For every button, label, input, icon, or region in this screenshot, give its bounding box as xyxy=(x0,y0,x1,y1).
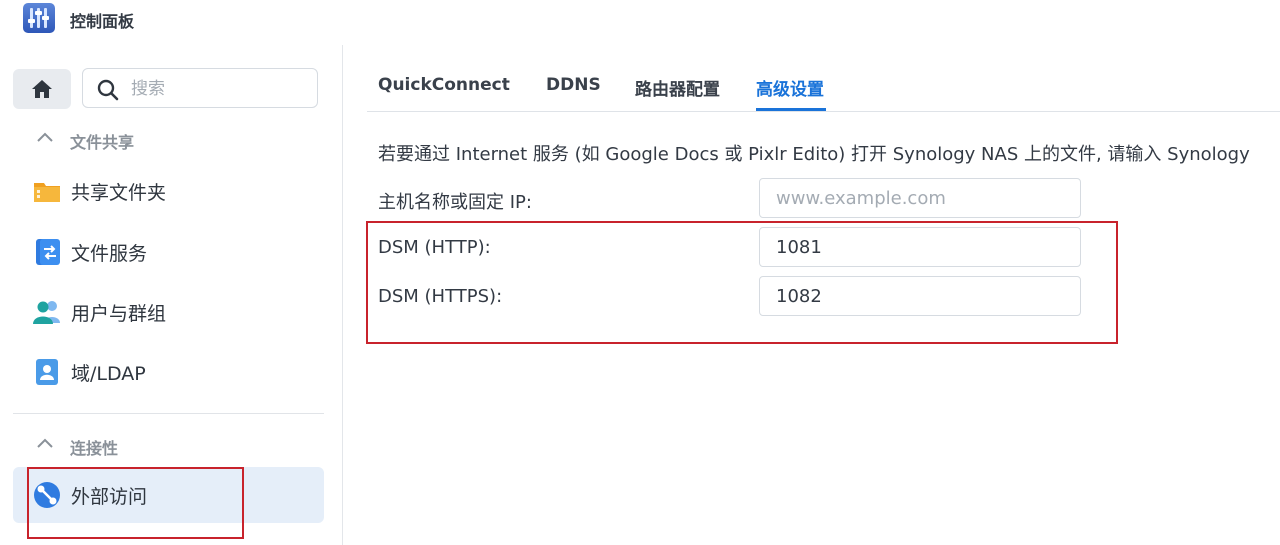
title-bar: 控制面板 xyxy=(0,0,1280,42)
tab-advanced-settings[interactable]: 高级设置 xyxy=(756,75,824,100)
section-label: 文件共享 xyxy=(70,133,135,152)
home-icon xyxy=(32,80,52,98)
sidebar-item-shared-folder[interactable]: 共享文件夹 xyxy=(13,163,324,219)
highlight-box-dsm-ports xyxy=(366,221,1118,344)
window-title: 控制面板 xyxy=(70,12,135,31)
tab-router-config[interactable]: 路由器配置 xyxy=(635,75,720,100)
hostname-label: 主机名称或固定 IP: xyxy=(378,192,532,213)
hostname-input[interactable] xyxy=(759,178,1081,218)
search-icon xyxy=(97,79,119,101)
search-input[interactable] xyxy=(129,76,313,102)
section-label: 连接性 xyxy=(70,439,119,458)
search-box[interactable] xyxy=(82,68,318,108)
tab-bar: QuickConnect DDNS 路由器配置 高级设置 xyxy=(367,63,1280,112)
sidebar-item-label: 文件服务 xyxy=(71,243,148,265)
user-group-icon xyxy=(33,301,60,324)
sidebar-item-domain-ldap[interactable]: 域/LDAP xyxy=(13,344,324,400)
description-text: 若要通过 Internet 服务 (如 Google Docs 或 Pixlr … xyxy=(378,144,1250,165)
sidebar-item-file-services[interactable]: 文件服务 xyxy=(13,224,324,280)
sidebar-item-label: 共享文件夹 xyxy=(71,182,167,204)
domain-ldap-icon xyxy=(36,359,58,385)
sidebar-divider xyxy=(13,413,324,414)
sidebar-item-user-group[interactable]: 用户与群组 xyxy=(13,284,324,340)
tab-ddns[interactable]: DDNS xyxy=(546,75,601,95)
shared-folder-icon xyxy=(34,183,60,202)
active-tab-indicator xyxy=(756,108,826,111)
chevron-up-icon xyxy=(37,132,53,142)
sidebar-item-label: 域/LDAP xyxy=(71,363,146,385)
file-services-icon xyxy=(36,239,60,265)
chevron-up-icon xyxy=(37,438,53,448)
tab-quickconnect[interactable]: QuickConnect xyxy=(378,75,510,95)
home-button[interactable] xyxy=(13,69,71,109)
sidebar-item-label: 用户与群组 xyxy=(71,303,167,325)
highlight-box-external-access xyxy=(27,467,244,539)
control-panel-icon xyxy=(23,3,55,33)
